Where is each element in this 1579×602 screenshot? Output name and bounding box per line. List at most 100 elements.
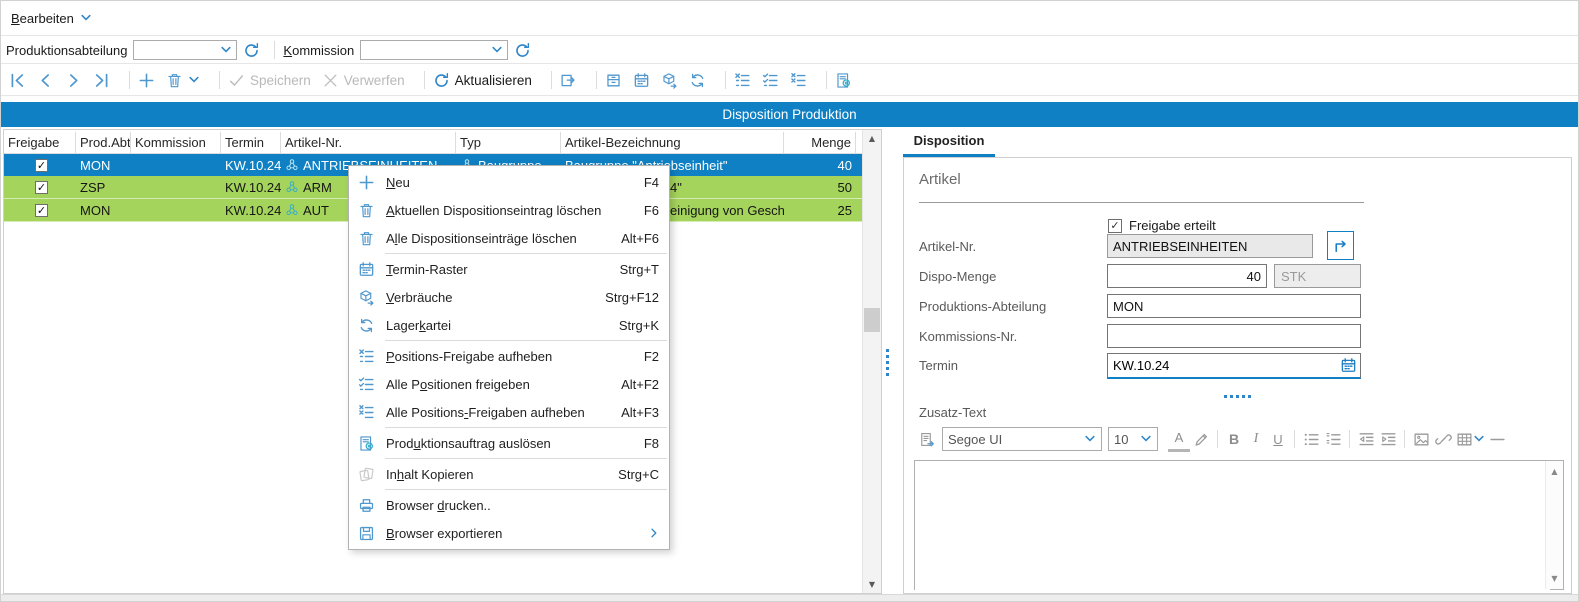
context-menu: NeuF4Aktuellen Dispositionseintrag lösch… [348,165,670,550]
context-menu-item-browser-drucken-[interactable]: Browser drucken.. [349,491,669,519]
context-menu-item-produktionsauftrag-ausl-sen[interactable]: Produktionsauftrag auslösenF8 [349,429,669,457]
zusatz-text-editor: ▲ ▼ [914,460,1564,590]
kommission-combobox[interactable] [360,40,508,60]
paste-text-icon[interactable] [916,428,938,450]
column-header-termin[interactable]: Termin [221,132,281,153]
produktionsabteilung-field[interactable] [1107,294,1361,318]
produktionsauftrag-button[interactable] [835,72,852,89]
font-family-select[interactable]: Segoe UI [942,427,1102,451]
highlight-button[interactable] [1190,428,1212,450]
listxx-icon [358,404,375,421]
context-menu-item-verbr-uche[interactable]: VerbräucheStrg+F12 [349,283,669,311]
lagerkartei-button[interactable] [689,72,706,89]
context-menu-item-positions-freigabe-aufheben[interactable]: Positions-Freigabe aufhebenF2 [349,342,669,370]
alle-freigaben-aufheben-button[interactable] [790,72,807,89]
goto-artikel-button[interactable] [1327,231,1354,260]
editor-scrollbar[interactable]: ▲ ▼ [1545,461,1563,589]
context-menu-item-alle-positionen-freigeben[interactable]: Alle Positionen freigebenAlt+F2 [349,370,669,398]
freigabe-aufheben-button[interactable] [734,72,751,89]
column-header-kommission[interactable]: Kommission [131,132,221,153]
unit-field: STK [1274,264,1361,288]
column-header-typ[interactable]: Typ [456,132,561,153]
context-menu-item-aktuellen-dispositionseintrag-[interactable]: Aktuellen Dispositionseintrag löschenF6 [349,196,669,224]
scroll-down-arrow[interactable]: ▼ [1546,570,1563,587]
context-menu-item-browser-exportieren[interactable]: Browser exportieren [349,519,669,547]
nav-last-button[interactable] [93,72,110,89]
context-menu-item-alle-dispositionseintr-ge-l-sc[interactable]: Alle Dispositionseinträge löschenAlt+F6 [349,224,669,252]
discard-button[interactable]: Verwerfen [322,72,405,89]
scroll-up-arrow[interactable]: ▲ [1546,463,1563,480]
scroll-down-arrow[interactable]: ▼ [863,576,881,593]
scroll-up-arrow[interactable]: ▲ [863,130,881,147]
freigabe-checkbox[interactable]: ✓ [35,204,48,217]
column-header-artikel-bezeichnung[interactable]: Artikel-Bezeichnung [561,132,784,153]
freigabe-checkbox[interactable]: ✓ [35,159,48,172]
context-menu-item-alle-positions-freigaben-aufhe[interactable]: Alle Positions-Freigaben aufhebenAlt+F3 [349,398,669,426]
collapse-handle[interactable] [1224,395,1251,398]
context-menu-item-lagerkartei[interactable]: LagerkarteiStrg+K [349,311,669,339]
italic-button[interactable]: I [1245,428,1267,450]
alle-freigeben-button[interactable] [762,72,779,89]
menu-item-shortcut: Strg+F12 [605,290,659,305]
freigabe-checkbox[interactable]: ✓ [35,181,48,194]
column-header-prod-abt-[interactable]: Prod.Abt. [76,132,131,153]
divider [1404,430,1405,448]
font-size-select[interactable]: 10 [1108,427,1158,451]
menu-bearbeiten[interactable]: Bearbeiten [11,11,92,26]
kommissionsnr-field[interactable] [1107,324,1361,348]
divider [274,41,275,59]
termin-field[interactable] [1108,358,1340,373]
bold-button[interactable]: B [1223,428,1245,450]
column-header-artikel-nr-[interactable]: Artikel-Nr. [281,132,456,153]
dispomenge-field[interactable] [1107,264,1267,288]
produktionsabteilung-combobox[interactable] [133,40,237,60]
horizontal-rule-button[interactable] [1486,428,1508,450]
zusatz-text-area[interactable] [915,461,1550,593]
freigabe-erteilt-checkbox[interactable]: ✓ [1108,219,1122,233]
outdent-button[interactable] [1355,428,1377,450]
context-menu-item-inhalt-kopieren[interactable]: Inhalt KopierenStrg+C [349,460,669,488]
context-menu-item-neu[interactable]: NeuF4 [349,168,669,196]
insert-link-button[interactable] [1432,428,1454,450]
nav-next-button[interactable] [65,72,82,89]
menu-item-label: Alle Dispositionseinträge löschen [386,231,609,246]
scroll-thumb[interactable] [864,308,880,332]
termin-raster-button[interactable] [633,72,650,89]
chevron-down-icon [491,44,503,56]
cell-freigabe: ✓ [4,204,76,217]
indent-button[interactable] [1377,428,1399,450]
numbered-list-button[interactable] [1322,428,1344,450]
refresh-kommission-button[interactable] [514,42,531,59]
freigabe-erteilt-row: ✓ Freigabe erteilt [1108,218,1216,233]
chevron-down-icon [220,44,232,56]
nav-first-button[interactable] [9,72,26,89]
transfer-button[interactable] [560,72,577,89]
refresh-button[interactable]: Aktualisieren [433,72,532,89]
column-header-freigabe[interactable]: Freigabe [4,132,76,153]
calendar-picker-icon[interactable] [1340,357,1357,374]
tab-disposition[interactable]: Disposition [903,133,995,155]
insert-image-button[interactable] [1410,428,1432,450]
floppy-icon [358,525,375,542]
font-color-button[interactable]: A [1168,427,1190,452]
nav-prev-button[interactable] [37,72,54,89]
column-header-menge[interactable]: Menge [784,132,856,153]
section-divider [919,202,1364,203]
bullet-list-button[interactable] [1300,428,1322,450]
table-scrollbar[interactable]: ▲ ▼ [862,130,881,593]
save-button[interactable]: Speichern [228,72,311,89]
delete-button[interactable] [166,72,200,89]
menu-bearbeiten-label: Bearbeiten [11,11,74,26]
lager-button[interactable] [605,72,622,89]
verbraeuche-button[interactable] [661,72,678,89]
new-button[interactable] [138,72,155,89]
menu-separator [385,489,667,490]
refresh-abteilung-button[interactable] [243,42,260,59]
underline-button[interactable]: U [1267,428,1289,450]
splitter-handle[interactable] [886,349,889,376]
insert-table-button[interactable] [1454,428,1486,450]
menu-bar: Bearbeiten [1,1,1578,36]
context-menu-item-termin-raster[interactable]: Termin-RasterStrg+T [349,255,669,283]
artikelnr-field[interactable] [1107,234,1313,258]
nav-next-icon [65,72,82,89]
